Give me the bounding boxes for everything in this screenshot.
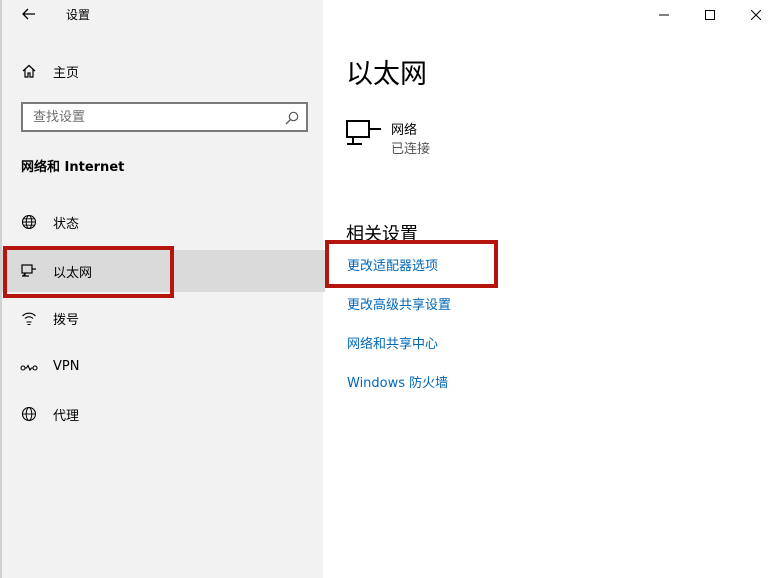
sidebar-item-proxy[interactable]: 代理 — [2, 394, 325, 434]
ethernet-icon — [20, 262, 38, 280]
network-status: 已连接 — [391, 142, 431, 157]
sidebar: 设置 主页 网络和 Internet 状态 — [0, 0, 325, 578]
link-change-adapter-options[interactable]: 更改适配器选项 — [347, 255, 438, 274]
sidebar-item-label: 代理 — [53, 408, 80, 424]
proxy-globe-icon — [20, 405, 38, 423]
window-controls — [641, 0, 779, 30]
search-icon[interactable] — [284, 110, 300, 126]
maximize-button[interactable] — [687, 0, 733, 30]
minimize-icon — [659, 14, 669, 16]
network-monitor-icon — [346, 120, 381, 145]
link-windows-firewall[interactable]: Windows 防火墙 — [347, 372, 448, 391]
page-title: 以太网 — [346, 59, 427, 90]
related-settings-title: 相关设置 — [346, 224, 418, 245]
network-name: 网络 — [391, 123, 418, 138]
back-arrow-icon — [22, 8, 35, 20]
sidebar-item-label: 状态 — [53, 216, 80, 232]
vpn-icon — [20, 357, 38, 375]
sidebar-item-status[interactable]: 状态 — [2, 202, 325, 242]
minimize-button[interactable] — [641, 0, 687, 30]
home-icon — [20, 62, 38, 80]
status-globe-icon — [20, 213, 38, 231]
close-button[interactable] — [733, 0, 779, 30]
section-header-network: 网络和 Internet — [21, 160, 125, 175]
maximize-icon — [705, 10, 715, 20]
sidebar-item-label: 以太网 — [53, 265, 93, 281]
sidebar-item-home-label: 主页 — [53, 65, 80, 81]
search-input[interactable] — [23, 104, 273, 130]
link-network-sharing-center[interactable]: 网络和共享中心 — [347, 333, 438, 352]
sidebar-item-label: 拨号 — [53, 312, 80, 328]
sidebar-item-label: VPN — [53, 358, 80, 374]
sidebar-item-dialup[interactable]: 拨号 — [2, 298, 325, 338]
close-icon — [751, 10, 761, 20]
window-title: 设置 — [66, 8, 91, 22]
sidebar-item-ethernet[interactable]: 以太网 — [2, 250, 325, 292]
sidebar-item-vpn[interactable]: VPN — [2, 346, 325, 386]
dialup-icon — [20, 309, 38, 327]
search-box[interactable] — [21, 102, 308, 132]
link-advanced-sharing-settings[interactable]: 更改高级共享设置 — [347, 294, 451, 313]
back-button[interactable] — [12, 2, 46, 26]
sidebar-item-home[interactable]: 主页 — [2, 51, 325, 91]
